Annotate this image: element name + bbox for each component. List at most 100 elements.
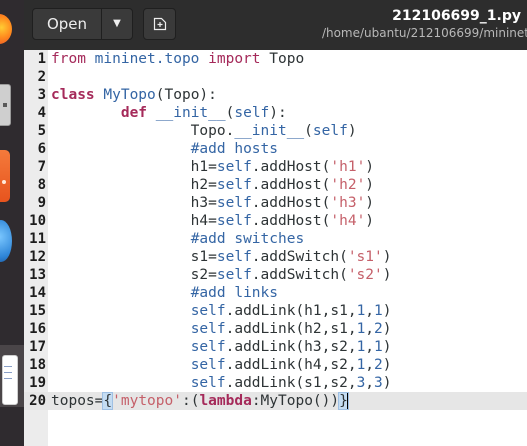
code-token: .addSwitch( [251,249,348,265]
code-token: from [51,51,86,67]
code-token: ) [382,267,392,283]
text-cursor [347,393,348,409]
line-text: h1=self.addHost('h1') [51,158,374,176]
code-token: ) [365,213,375,229]
software-center-icon-detail [2,180,6,184]
code-line[interactable]: 2 [24,68,527,86]
code-token: self [216,159,252,175]
code-token: ) [382,375,392,391]
code-line[interactable]: 4 def __init__(self): [24,104,527,122]
code-token: 1 [356,303,366,319]
code-token: .addHost( [251,159,331,175]
code-editor[interactable]: 1 from mininet.topo import Topo 2 3 class My… [24,50,527,446]
code-token: self [312,123,348,139]
code-line[interactable]: 3 class MyTopo(Topo): [24,86,527,104]
line-text: topos={'mytopo':(lambda:MyTopo())} [51,392,349,410]
code-line[interactable]: 11 #add switches [24,230,527,248]
new-document-button[interactable] [143,8,176,40]
matched-bracket: { [102,392,114,410]
code-line[interactable]: 1 from mininet.topo import Topo [24,50,527,68]
code-token: s1= [51,249,217,265]
file-title: 212106699_1.py [392,8,521,24]
code-line[interactable]: 10 h4=self.addHost('h4') [24,212,527,230]
code-token: .addLink(h3,s2, [225,339,357,355]
code-token: ) [365,177,375,193]
code-line[interactable]: 20 topos={'mytopo':(lambda:MyTopo())} [24,392,527,410]
help-icon[interactable] [0,220,12,262]
code-line[interactable]: 16 self.addLink(h2,s1,1,2) [24,320,527,338]
code-line[interactable]: 13 s2=self.addSwitch('s2') [24,266,527,284]
text-editor-icon[interactable] [2,355,18,405]
code-line[interactable]: 18 self.addLink(h4,s2,1,2) [24,356,527,374]
software-center-icon[interactable] [0,150,10,202]
line-text: #add hosts [51,140,278,158]
code-token: class [51,87,95,103]
code-line[interactable]: 12 s1=self.addSwitch('s1') [24,248,527,266]
code-line[interactable]: 7 h1=self.addHost('h1') [24,158,527,176]
line-number: 11 [29,231,46,247]
code-line[interactable]: 9 h3=self.addHost('h3') [24,194,527,212]
open-button[interactable]: Open [33,9,101,39]
code-token: 1 [356,357,366,373]
code-token: 2 [374,321,383,337]
line-number: 18 [29,357,46,373]
code-token: self [190,303,226,319]
code-token: ) [382,339,392,355]
code-token: :MyTopo()) [251,393,340,409]
open-button-group: Open ▼ [32,8,133,40]
code-line[interactable]: 14 #add links [24,284,527,302]
code-token: 'h1' [330,159,366,175]
code-token: Topo [260,51,305,67]
line-number: 16 [29,321,46,337]
line-number: 13 [29,267,46,283]
code-token: lambda [199,393,252,409]
line-text: def __init__(self): [51,104,287,122]
line-text: self.addLink(h1,s1,1,1) [51,302,392,320]
code-line[interactable]: 6 #add hosts [24,140,527,158]
code-token: self [216,267,252,283]
line-number: 14 [29,285,46,301]
line-text: #add switches [51,230,305,248]
code-token: ) [365,195,375,211]
code-token: , [365,303,375,319]
code-line[interactable]: 17 self.addLink(h3,s2,1,1) [24,338,527,356]
code-token: def [120,105,148,121]
window-title-block: 212106699_1.py /home/ubantu/212106699/mi… [307,0,527,50]
code-token: .addSwitch( [251,267,348,283]
code-line[interactable]: 8 h2=self.addHost('h2') [24,176,527,194]
code-token: Topo. [51,123,235,139]
code-line[interactable]: 19 self.addLink(s1,s2,3,3) [24,374,527,392]
code-token: 1 [356,339,366,355]
code-token: self [190,321,226,337]
code-token: , [365,321,375,337]
code-token: 3 [356,375,366,391]
code-token: MyTopo [103,87,156,103]
chevron-down-icon[interactable]: ▼ [102,9,132,39]
code-token: ) [382,249,392,265]
code-token: .addHost( [251,213,331,229]
code-token: 1 [374,303,383,319]
code-token: 's1' [347,249,383,265]
code-token: h4= [51,213,217,229]
text-editor-icon-detail [4,366,12,367]
code-token: #add switches [190,231,305,247]
firefox-icon[interactable] [0,14,12,44]
line-number: 10 [29,213,46,229]
line-number: 17 [29,339,46,355]
line-number: 20 [29,393,46,409]
line-number: 7 [37,159,46,175]
code-token: ) [382,321,392,337]
code-token: 'mytopo' [112,393,182,409]
line-text: self.addLink(h3,s2,1,1) [51,338,392,356]
code-line[interactable]: 5 Topo.__init__(self) [24,122,527,140]
code-line[interactable]: 15 self.addLink(h1,s1,1,1) [24,302,527,320]
file-path: /home/ubantu/212106699/mininet [321,26,527,40]
code-token: self [190,357,226,373]
code-token: mininet.topo [85,51,209,67]
code-token: __init__ [155,105,226,121]
